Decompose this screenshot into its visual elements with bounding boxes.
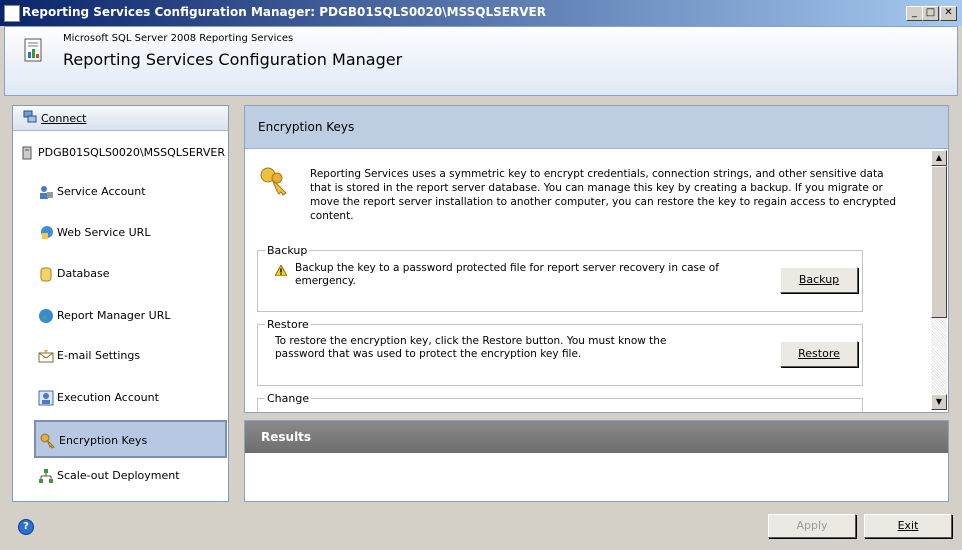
backup-legend: Backup <box>265 244 310 257</box>
nav-label: Execution Account <box>57 391 159 404</box>
connect-label: Connect <box>41 112 87 125</box>
key-icon <box>40 433 55 449</box>
nav-label: Report Manager URL <box>57 309 171 322</box>
nav-label: Web Service URL <box>57 226 151 239</box>
restore-button-label: Restore <box>798 347 840 360</box>
nav-panel: Connect PDGB01SQLS0020\MSSQLSERVER Servi… <box>12 105 229 502</box>
nav-encryption-keys[interactable]: Encryption Keys <box>34 420 227 458</box>
scroll-down-button[interactable]: ▼ <box>931 394 947 410</box>
nav-scale-out-deployment[interactable]: Scale-out Deployment <box>34 457 227 495</box>
maximize-button[interactable]: □ <box>922 6 939 21</box>
exit-button-label: Exit <box>897 519 919 532</box>
exit-button[interactable]: Exit <box>864 514 952 538</box>
encryption-keys-icon <box>260 167 287 196</box>
minimize-button[interactable]: _ <box>906 6 923 21</box>
nav-email-settings[interactable]: E-mail Settings <box>34 337 227 375</box>
restore-button[interactable]: Restore <box>780 341 858 367</box>
product-name: Microsoft SQL Server 2008 Reporting Serv… <box>63 33 294 44</box>
app-title: Reporting Services Configuration Manager <box>63 50 403 69</box>
app-header: Microsoft SQL Server 2008 Reporting Serv… <box>4 26 958 96</box>
scroll-up-button[interactable]: ▲ <box>931 150 947 166</box>
nav-report-manager-url[interactable]: Report Manager URL <box>34 297 227 335</box>
results-panel: Results <box>244 420 949 502</box>
scroll-thumb[interactable] <box>931 166 947 318</box>
backup-text: Backup the key to a password protected f… <box>295 262 719 287</box>
title-bar[interactable]: Reporting Services Configuration Manager… <box>0 0 962 26</box>
warning-icon <box>275 265 287 276</box>
nav-label: E-mail Settings <box>57 349 141 362</box>
nav-execution-account[interactable]: Execution Account <box>34 379 227 417</box>
app-icon <box>4 5 20 22</box>
panel-title: Encryption Keys <box>258 120 355 134</box>
email-icon <box>38 350 54 363</box>
panel-header: Encryption Keys <box>245 106 948 149</box>
nav-web-service-url[interactable]: Web Service URL <box>34 214 227 252</box>
results-title: Results <box>261 430 312 444</box>
backup-button-label: Backup <box>798 273 840 286</box>
service-account-icon <box>40 186 53 199</box>
nav-label: Scale-out Deployment <box>57 469 180 482</box>
change-group <box>257 398 863 412</box>
backup-button[interactable]: Backup <box>780 267 858 293</box>
close-button[interactable]: ✕ <box>940 6 957 21</box>
nav-service-account[interactable]: Service Account <box>34 173 227 211</box>
server-icon <box>22 146 32 160</box>
report-config-icon <box>24 38 42 62</box>
scale-out-icon <box>39 469 53 483</box>
web-service-icon <box>41 226 53 239</box>
nav-label: Database <box>57 267 110 280</box>
nav-label: Service Account <box>57 185 146 198</box>
execution-account-icon <box>38 390 54 406</box>
globe-icon <box>39 309 53 323</box>
restore-text: To restore the encryption key, click the… <box>275 335 667 360</box>
vertical-scrollbar[interactable]: ▲ ▼ <box>931 150 947 410</box>
apply-button[interactable]: Apply <box>768 514 856 538</box>
change-legend: Change <box>265 392 312 405</box>
connect-button[interactable]: Connect <box>13 106 228 131</box>
restore-legend: Restore <box>265 318 311 331</box>
encryption-keys-panel: Encryption Keys Reporting Services uses … <box>244 105 949 413</box>
nav-label: Encryption Keys <box>59 434 148 447</box>
results-header: Results <box>245 421 948 453</box>
connect-icon <box>23 110 37 123</box>
server-name: PDGB01SQLS0020\MSSQLSERVER <box>38 146 225 159</box>
window-title: Reporting Services Configuration Manager… <box>22 5 546 19</box>
nav-database[interactable]: Database <box>34 255 227 293</box>
database-icon <box>40 267 52 282</box>
description-text: Reporting Services uses a symmetric key … <box>310 168 897 222</box>
help-icon[interactable]: ? <box>18 519 34 535</box>
